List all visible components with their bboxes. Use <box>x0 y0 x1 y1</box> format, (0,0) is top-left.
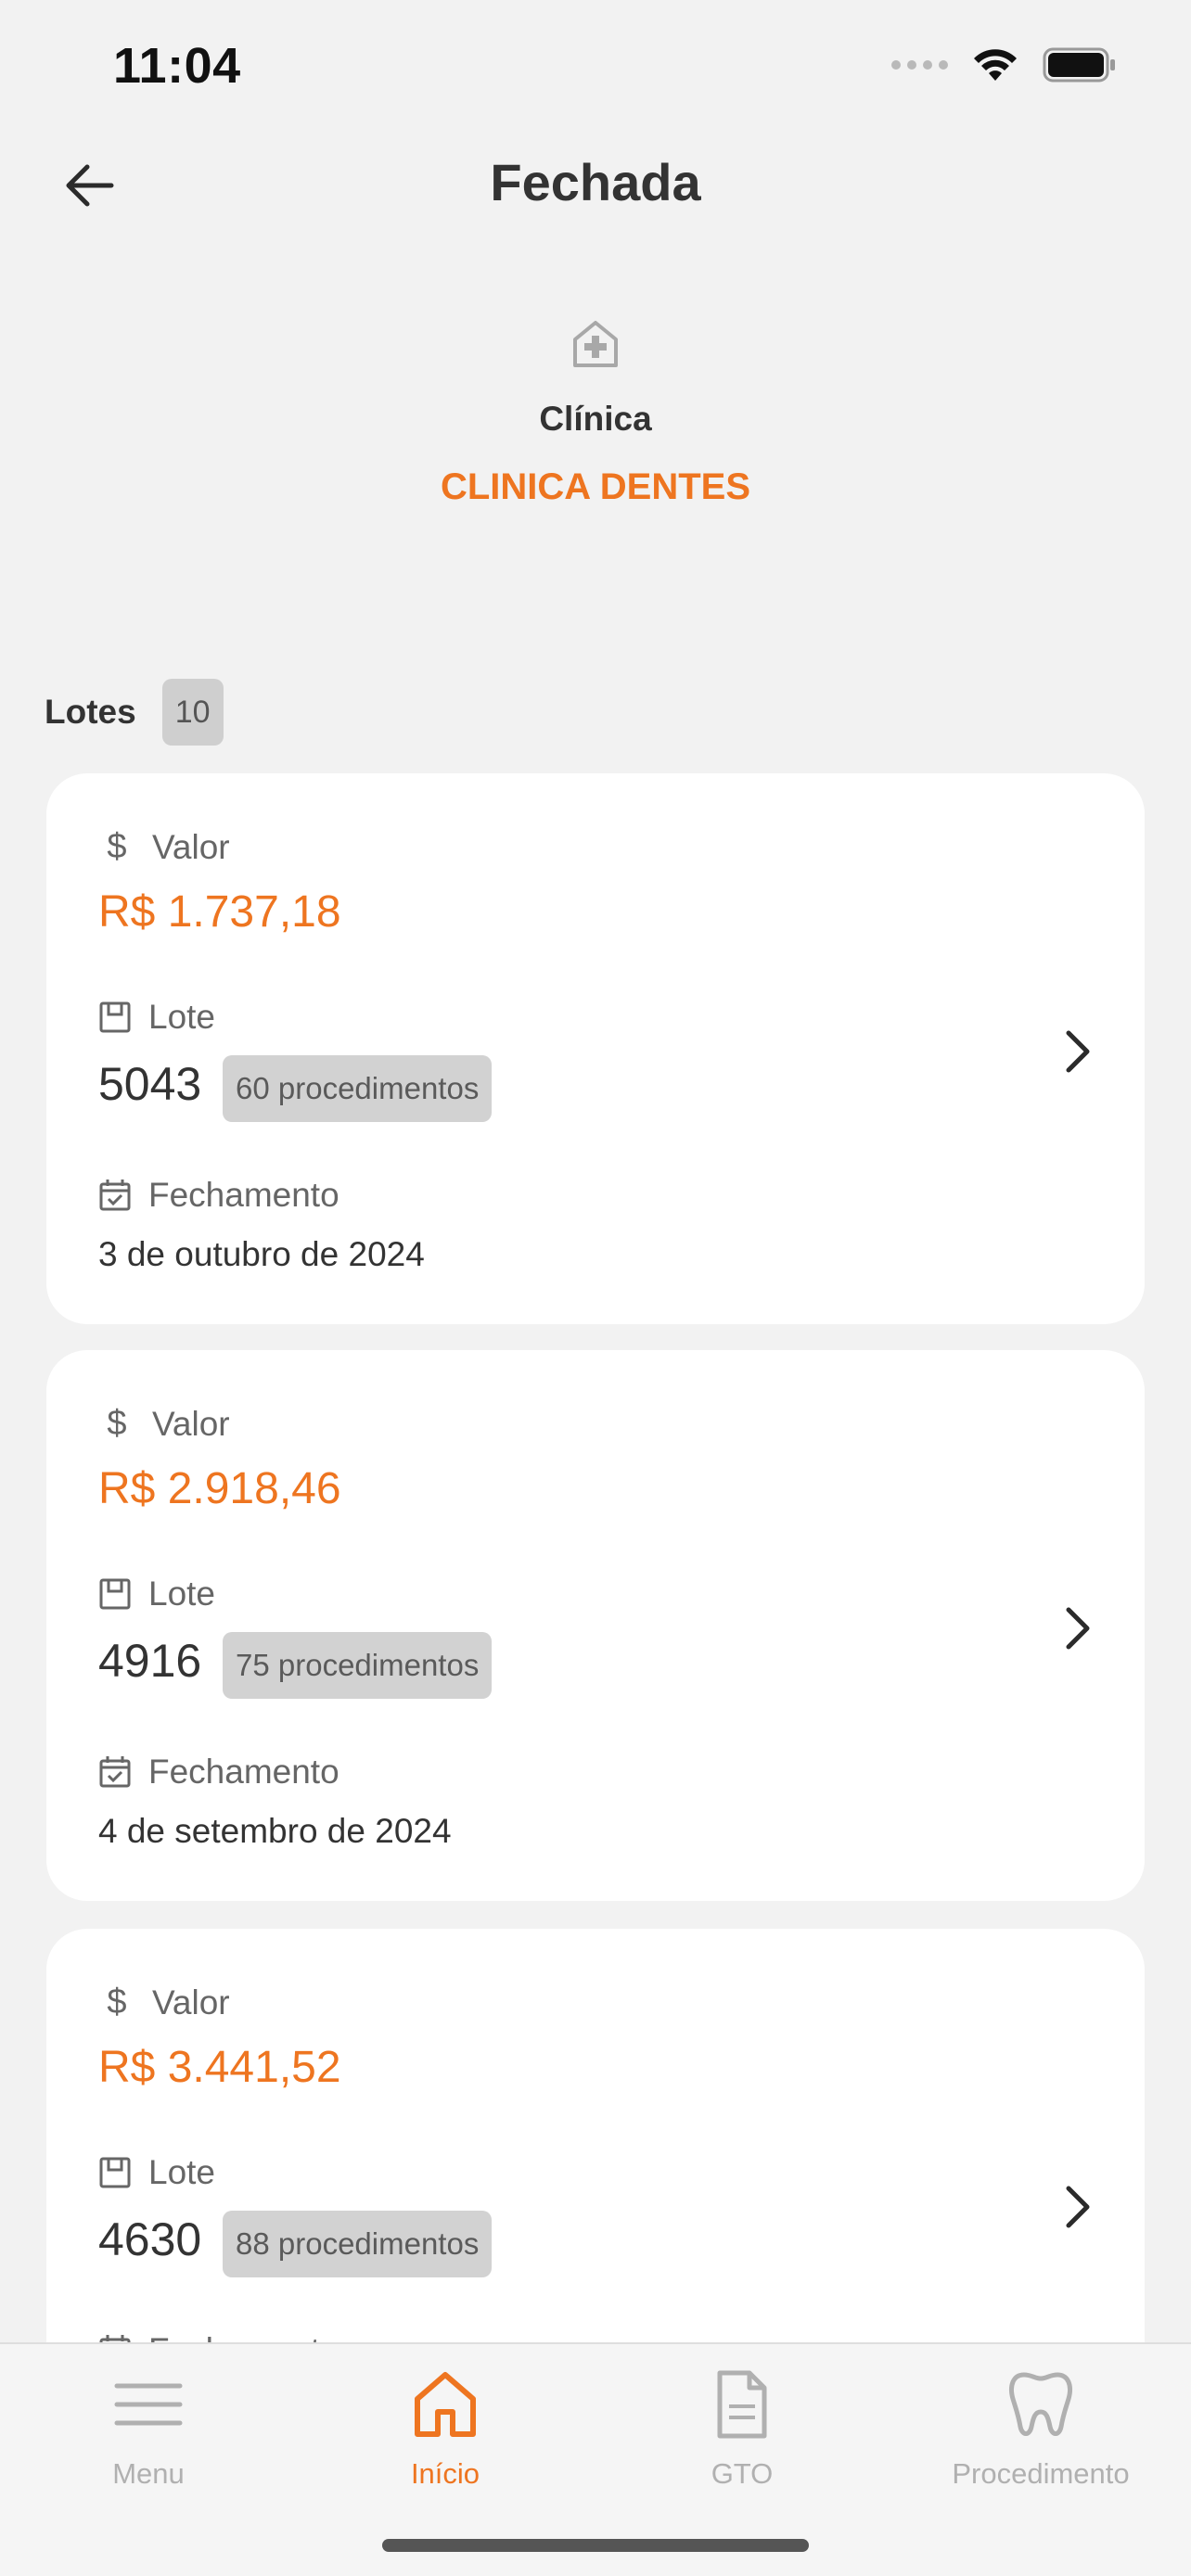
fechamento-row: Fechamento <box>98 1176 339 1215</box>
valor-label: Valor <box>152 827 230 866</box>
fechamento-label: Fechamento <box>148 1753 339 1791</box>
status-time: 11:04 <box>113 38 241 94</box>
chevron-right-icon <box>1066 1607 1090 1650</box>
battery-icon <box>1043 47 1115 83</box>
chevron-right-icon <box>1066 1030 1090 1073</box>
lote-label: Lote <box>148 1575 216 1613</box>
save-icon <box>99 2157 131 2188</box>
dollar-icon: $ <box>107 1404 127 1443</box>
status-icons <box>891 46 1117 83</box>
fechamento-date: 4 de setembro de 2024 <box>98 1812 452 1850</box>
page-title: Fechada <box>490 153 701 211</box>
dollar-icon: $ <box>107 1983 127 2021</box>
fechamento-row: Fechamento <box>98 1753 339 1792</box>
clinic-label: Clínica <box>539 400 652 438</box>
tab-label: Início <box>410 2457 480 2490</box>
home-indicator <box>382 2539 809 2552</box>
dollar-icon: $ <box>107 827 127 866</box>
lote-label: Lote <box>148 2153 216 2191</box>
tab-menu[interactable]: Menu <box>0 2363 297 2491</box>
procedimentos-badge: 88 procedimentos <box>223 2211 493 2277</box>
tab-gto[interactable]: GTO <box>594 2363 890 2491</box>
tab-procedimento[interactable]: Procedimento <box>892 2363 1189 2491</box>
calendar-check-icon <box>99 1756 131 1788</box>
chevron-right-icon <box>1066 2186 1090 2228</box>
tab-inicio[interactable]: Início <box>297 2363 594 2491</box>
wifi-icon <box>974 49 1017 81</box>
tooth-icon <box>1009 2372 1072 2436</box>
lote-label: Lote <box>148 998 216 1036</box>
fechamento-date: 3 de outubro de 2024 <box>98 1235 425 1273</box>
valor-label: Valor <box>152 1404 230 1443</box>
lotes-label: Lotes <box>45 693 136 731</box>
valor-row: $ Valor <box>98 1983 230 2022</box>
valor-label: Valor <box>152 1983 230 2021</box>
clinic-name: CLINICA DENTES <box>440 466 751 507</box>
header: Fechada <box>0 139 1191 232</box>
lotes-count-badge: 10 <box>161 679 224 746</box>
lote-row: Lote <box>98 1575 215 1613</box>
lote-number: 4630 <box>98 2213 202 2265</box>
home-icon <box>415 2372 476 2437</box>
menu-icon <box>114 2383 183 2426</box>
lote-number: 4916 <box>98 1635 202 1687</box>
valor-row: $ Valor <box>98 827 230 867</box>
lote-row: Lote <box>98 2153 215 2192</box>
valor-amount: R$ 3.441,52 <box>98 2043 341 2092</box>
valor-row: $ Valor <box>98 1404 230 1444</box>
clinic-section: Clínica CLINICA DENTES <box>0 315 1191 508</box>
fechamento-label: Fechamento <box>148 1176 339 1214</box>
tab-label: Procedimento <box>952 2457 1130 2490</box>
tab-label: GTO <box>711 2457 774 2490</box>
lotes-header: Lotes 10 <box>45 679 224 746</box>
lote-card[interactable]: $ Valor R$ 2.918,46 Lote 4916 75 procedi… <box>46 1350 1145 1901</box>
document-icon <box>717 2370 767 2439</box>
lote-row: Lote <box>98 998 215 1037</box>
valor-amount: R$ 2.918,46 <box>98 1464 341 1513</box>
procedimentos-badge: 75 procedimentos <box>223 1632 493 1699</box>
signal-icon <box>891 60 948 70</box>
save-icon <box>99 1001 131 1033</box>
hospital-icon <box>573 321 618 367</box>
lote-number: 5043 <box>98 1058 202 1110</box>
save-icon <box>99 1578 131 1610</box>
valor-amount: R$ 1.737,18 <box>98 887 341 937</box>
status-bar: 11:04 <box>0 0 1191 139</box>
calendar-check-icon <box>99 1180 131 1211</box>
lote-card[interactable]: $ Valor R$ 1.737,18 Lote 5043 60 procedi… <box>46 773 1145 1324</box>
procedimentos-badge: 60 procedimentos <box>223 1055 493 1122</box>
tab-label: Menu <box>112 2457 185 2490</box>
